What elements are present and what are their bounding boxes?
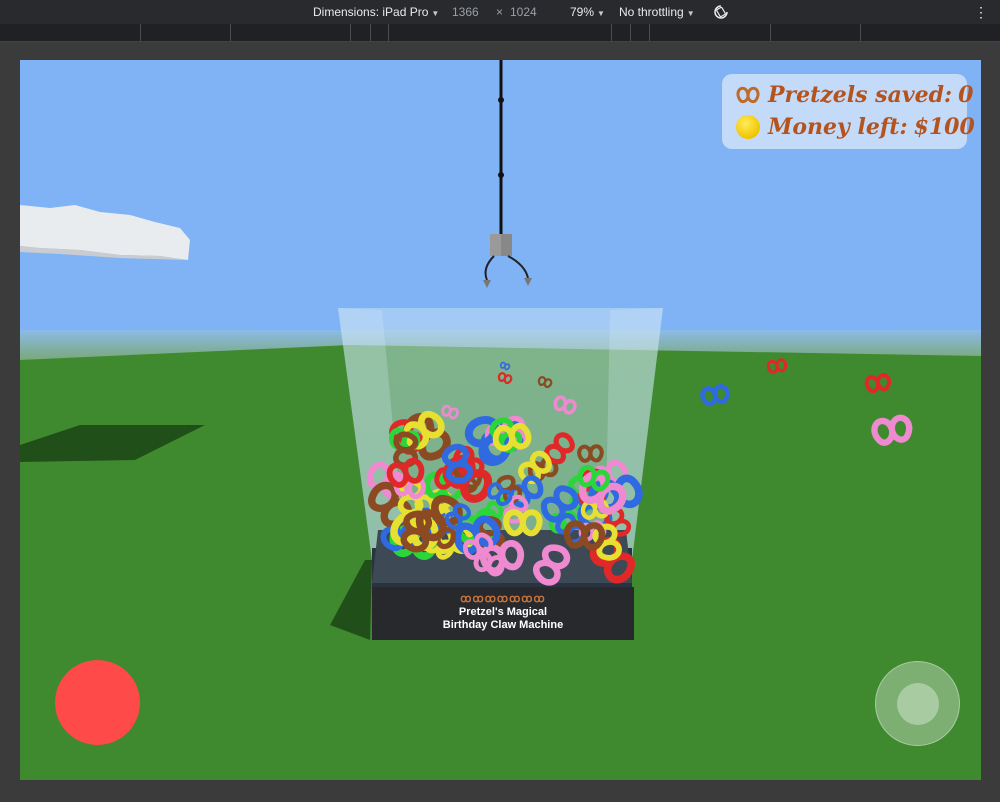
ruler-tick (770, 24, 771, 41)
machine-title-line1: Pretzel's Magical (458, 606, 548, 618)
ruler-tick (630, 24, 631, 41)
ruler-tick (370, 24, 371, 41)
grab-button[interactable] (55, 660, 140, 745)
ruler-tick (230, 24, 231, 41)
throttling-select[interactable]: No throttling ▼ (619, 5, 695, 19)
pretzels-saved-value: 0 (958, 82, 974, 108)
devtools-device-toolbar: Dimensions: iPad Pro ▼ 1366 × 1024 79% ▼ N… (0, 0, 1000, 24)
more-vertical-icon[interactable]: ⋮ (974, 4, 988, 20)
zoom-select[interactable]: 79% ▼ (570, 5, 605, 19)
score-hud: Pretzels saved: 0 Money left: $100 (722, 74, 975, 149)
media-query-ruler (0, 24, 1000, 42)
ruler-tick (611, 24, 612, 41)
machine-title-line2: Birthday Claw Machine (442, 619, 564, 631)
coin-icon (736, 115, 760, 139)
ruler-tick (350, 24, 351, 41)
times-sign: × (496, 5, 504, 19)
chevron-down-icon: ▼ (597, 9, 605, 18)
money-left-label: Money left: (768, 114, 908, 140)
pretzel-row-decoration: ꝏꝏꝏꝏꝏꝏꝏ (460, 593, 546, 605)
throttling-label: No throttling (619, 5, 684, 19)
joystick[interactable] (875, 661, 960, 746)
rope-knot (498, 97, 504, 103)
rotate-icon[interactable] (712, 3, 730, 21)
game-canvas[interactable]: Pretzels saved: 0 Money left: $100 ꝏꝏꝏꝏꝏ… (20, 60, 981, 780)
joystick-knob[interactable] (897, 683, 939, 725)
money-left-row: Money left: $100 (736, 114, 975, 140)
money-left-value: $100 (913, 114, 975, 140)
width-input[interactable]: 1366 (452, 5, 479, 19)
device-select[interactable]: Dimensions: iPad Pro ▼ (313, 5, 439, 19)
rope-knot (498, 172, 504, 178)
pretzels-saved-row: Pretzels saved: 0 (736, 82, 973, 108)
chevron-down-icon: ▼ (431, 9, 440, 18)
ruler-tick (860, 24, 861, 41)
pretzels-saved-label: Pretzels saved: (768, 82, 953, 108)
ruler-tick (388, 24, 389, 41)
pretzel-icon (736, 86, 760, 104)
ruler-tick (140, 24, 141, 41)
ruler-tick (649, 24, 650, 41)
machine-label: ꝏꝏꝏꝏꝏꝏꝏ Pretzel's Magical Birthday Claw … (372, 587, 634, 640)
zoom-label: 79% (570, 5, 595, 19)
chevron-down-icon: ▼ (686, 9, 695, 18)
height-input[interactable]: 1024 (510, 5, 537, 19)
game-scene (20, 60, 981, 780)
device-label: Dimensions: iPad Pro (313, 5, 429, 19)
